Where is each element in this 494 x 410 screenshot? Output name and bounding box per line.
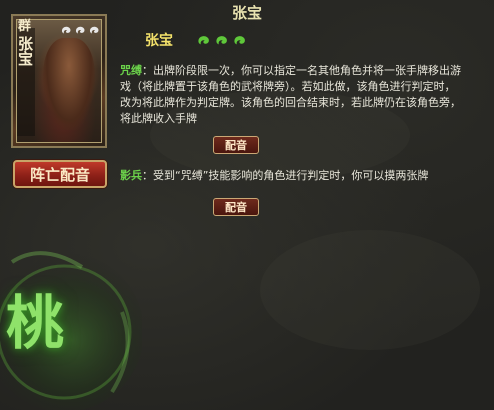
- card-hero-name: 张宝: [16, 36, 34, 66]
- card-hp-indicator: [60, 20, 101, 39]
- background-texture: [260, 230, 480, 350]
- skill-text: 受到“咒缚”技能影响的角色进行判定时，你可以摸两张牌: [153, 169, 429, 182]
- death-voice-button[interactable]: 阵亡配音: [13, 160, 107, 188]
- skill-text: 出牌阶段限一次，你可以指定一名其他角色并将一张手牌移出游戏（将此牌置于该角色的武…: [120, 64, 461, 125]
- skill-name: 影兵: [120, 169, 142, 182]
- peach-emblem-glyph: 桃: [6, 289, 65, 357]
- hero-name: 张宝: [145, 33, 173, 49]
- skill-description: 影兵：受到“咒缚”技能影响的角色进行判定时，你可以摸两张牌: [120, 168, 464, 184]
- hp-magatama-icon: [232, 32, 248, 51]
- skill-voice-button[interactable]: 配音: [213, 136, 259, 154]
- skill-colon: ：: [142, 64, 153, 77]
- card-faction-label: 群: [18, 19, 32, 34]
- hp-indicator: [196, 32, 248, 51]
- skill-description: 咒缚：出牌阶段限一次，你可以指定一名其他角色并将一张手牌移出游戏（将此牌置于该角…: [120, 63, 464, 127]
- hp-magatama-icon: [74, 20, 87, 39]
- skill-colon: ：: [142, 169, 153, 182]
- hero-detail-panel: 张宝 群 张宝 阵亡配音 张宝 咒缚：出牌阶段限一次，你可以指定一名其他角色并将…: [0, 0, 494, 410]
- skill-voice-button[interactable]: 配音: [213, 198, 259, 216]
- hero-portrait: [43, 38, 95, 130]
- skill-name: 咒缚: [120, 64, 142, 77]
- hp-magatama-icon: [60, 20, 73, 39]
- hp-magatama-icon: [214, 32, 230, 51]
- hp-magatama-icon: [88, 20, 101, 39]
- hp-magatama-icon: [196, 32, 212, 51]
- hero-card[interactable]: 群 张宝: [11, 14, 107, 148]
